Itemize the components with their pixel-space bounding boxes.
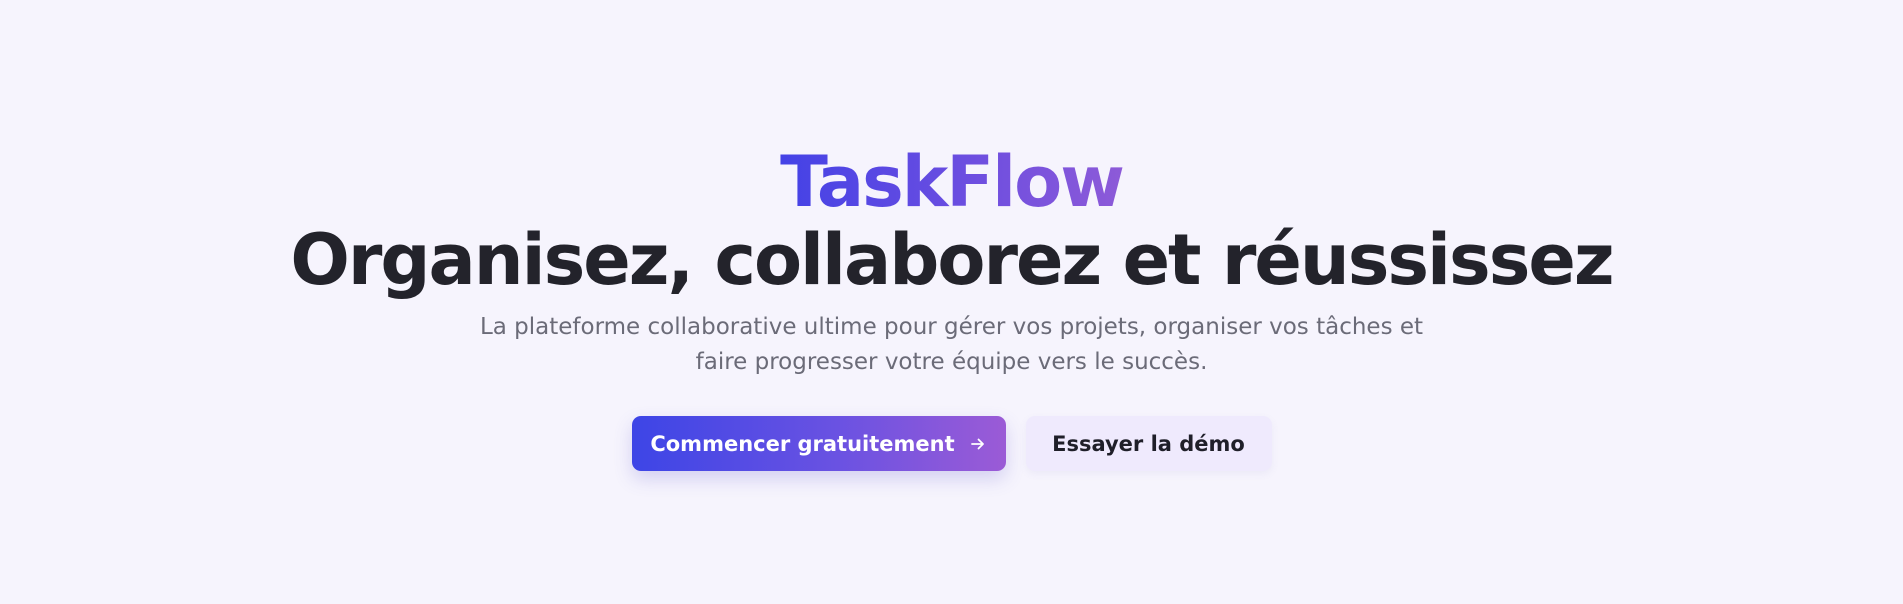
start-free-button[interactable]: Commencer gratuitement — [631, 416, 1006, 471]
hero-headline: Organisez, collaborez et réussissez — [290, 219, 1614, 301]
hero-subtitle: La plateforme collaborative ultime pour … — [479, 314, 1424, 375]
brand-title: TaskFlow — [780, 141, 1125, 223]
start-free-button-label: Commencer gratuitement — [650, 431, 955, 456]
arrow-right-icon — [969, 435, 987, 453]
try-demo-button-label: Essayer la démo — [1052, 431, 1245, 456]
hero-section: TaskFlow Organisez, collaborez et réussi… — [0, 0, 1903, 604]
try-demo-button[interactable]: Essayer la démo — [1025, 416, 1272, 471]
hero-actions: Commencer gratuitement Essayer la démo — [631, 416, 1272, 471]
